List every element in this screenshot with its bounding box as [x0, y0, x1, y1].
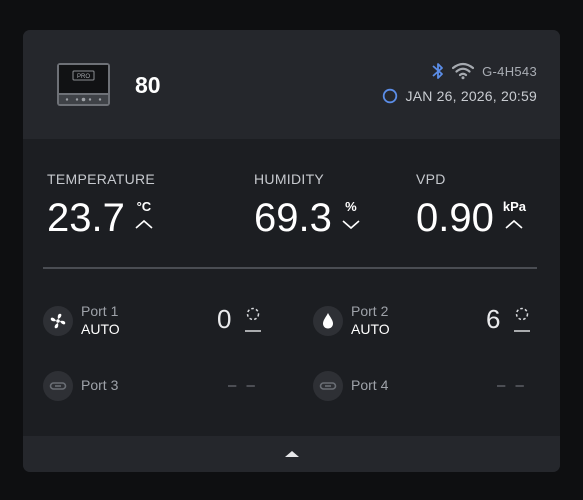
metrics-divider [43, 267, 537, 269]
port-1-status-icon [245, 307, 261, 332]
humidity-unit: % [345, 199, 357, 214]
chevron-up-icon[interactable] [284, 449, 300, 459]
port-4-level: – – [497, 377, 527, 394]
vpd-value: 0.90 [416, 196, 494, 240]
port-1-name: Port 1 [81, 303, 119, 319]
device-thumbnail: PRO [57, 63, 110, 106]
plug-icon [313, 371, 343, 401]
bluetooth-icon [432, 63, 444, 79]
humidity-value: 69.3 [254, 196, 332, 240]
port-2-mode: AUTO [351, 321, 390, 337]
port-2-status-icon [514, 307, 530, 332]
vpd-metric[interactable]: VPD 0.90 kPa [416, 171, 526, 240]
datetime-row: JAN 26, 2026, 20:59 [382, 85, 537, 107]
device-header[interactable]: PRO 80 G-4H543 JAN 26, 2026, 20:59 [23, 30, 560, 139]
connection-status: G-4H543 [432, 60, 537, 82]
temperature-unit: °C [136, 199, 152, 214]
port-3-name: Port 3 [81, 377, 119, 393]
humidity-label: HUMIDITY [254, 171, 325, 187]
port-4-name: Port 4 [351, 377, 389, 393]
trend-down-icon [342, 220, 360, 230]
humidity-metric[interactable]: HUMIDITY 69.3 % [254, 171, 360, 240]
vpd-label: VPD [416, 171, 446, 187]
device-screen-text: PRO [77, 74, 90, 80]
port-1-level: 0 [217, 304, 232, 334]
clock-status-icon [382, 88, 397, 104]
temperature-value: 23.7 [47, 196, 125, 240]
controller-card: PRO 80 G-4H543 JAN 26, 2026, 20:59 TEMPE… [23, 30, 560, 472]
device-name: 80 [135, 72, 161, 98]
expand-bar[interactable] [23, 436, 560, 472]
device-id: G-4H543 [482, 63, 537, 79]
port-1-mode: AUTO [81, 321, 120, 337]
port-3-level: – – [228, 377, 258, 394]
datetime-text: JAN 26, 2026, 20:59 [405, 88, 537, 104]
port-2-name: Port 2 [351, 303, 389, 319]
wifi-icon [452, 62, 475, 80]
plug-icon [43, 371, 73, 401]
drop-icon [313, 306, 343, 336]
trend-up-icon [505, 219, 523, 229]
fan-icon [43, 306, 73, 336]
temperature-metric[interactable]: TEMPERATURE 23.7 °C [47, 171, 156, 240]
temperature-label: TEMPERATURE [47, 171, 156, 187]
trend-up-icon [135, 219, 153, 229]
vpd-unit: kPa [502, 199, 526, 214]
port-2-level: 6 [486, 304, 501, 334]
